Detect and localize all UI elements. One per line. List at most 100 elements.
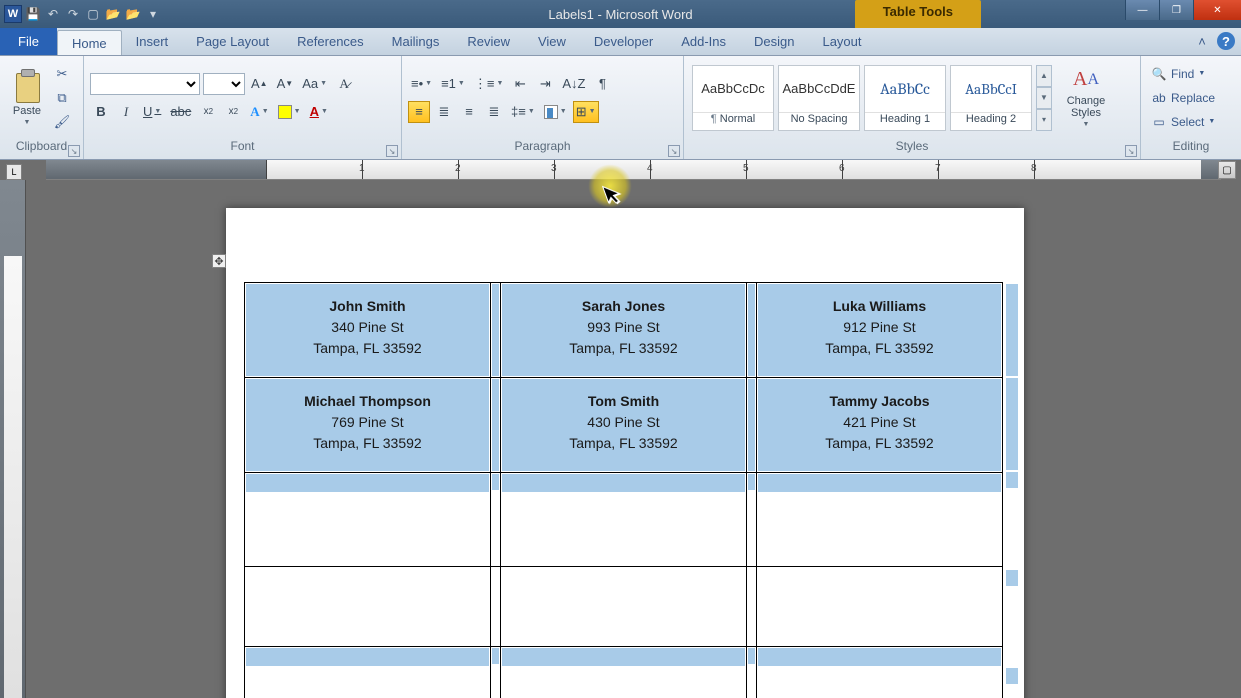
align-right-button[interactable]: ≡ [458,101,480,123]
label-cell[interactable]: Tom Smith430 Pine StTampa, FL 33592 [501,378,747,473]
shading-icon[interactable]: ▼ [541,101,570,123]
multilevel-list-icon[interactable]: ⋮≡▼ [471,73,507,95]
label-cell[interactable] [501,567,747,647]
font-dialog-launcher[interactable]: ↘ [386,145,398,157]
copy-icon[interactable]: ⧉ [52,88,72,108]
tab-file[interactable]: File [0,28,57,55]
ribbon: Paste ▼ ✂ ⧉ 🖌 Clipboard↘ A▲ A▼ Aa▼ A̷ B [0,56,1241,160]
label-cell[interactable]: Michael Thompson769 Pine StTampa, FL 335… [245,378,491,473]
styles-scroll-up[interactable]: ▲ [1036,65,1052,87]
ribbon-minimize-icon[interactable]: ˄ [1193,32,1211,50]
tab-layout[interactable]: Layout [808,28,875,55]
vertical-ruler[interactable] [0,180,26,698]
bold-button[interactable]: B [90,101,112,123]
ruler-toggle[interactable]: ▢ [1218,161,1236,179]
paste-button[interactable]: Paste ▼ [6,60,48,135]
borders-icon[interactable]: ⊞▼ [573,101,599,123]
tab-selector[interactable]: L [6,164,22,180]
change-case-icon[interactable]: Aa▼ [299,73,330,95]
styles-gallery[interactable]: AaBbCcDc Normal AaBbCcDdE No Spacing AaB… [690,63,1054,133]
align-center-button[interactable]: ≣ [433,101,455,123]
style-normal[interactable]: AaBbCcDc Normal [692,65,774,131]
qat-open-icon[interactable]: 📂 [104,5,122,23]
group-clipboard-label: Clipboard↘ [0,139,83,159]
label-cell[interactable]: Sarah Jones993 Pine StTampa, FL 33592 [501,283,747,378]
table-move-handle[interactable]: ✥ [212,254,226,268]
decrease-indent-icon[interactable]: ⇤ [509,73,531,95]
word-app-icon[interactable]: W [4,5,22,23]
grow-font-icon[interactable]: A▲ [248,73,271,95]
styles-scroll-down[interactable]: ▼ [1036,87,1052,109]
underline-button[interactable]: U▼ [140,101,164,123]
label-cell[interactable] [245,567,491,647]
ribbon-tabs: File Home Insert Page Layout References … [0,28,1241,56]
align-left-button[interactable]: ≡ [408,101,430,123]
paste-icon [12,69,42,103]
justify-button[interactable]: ≣ [483,101,505,123]
tab-review[interactable]: Review [453,28,524,55]
sort-icon[interactable]: A↓Z [559,73,588,95]
tab-home[interactable]: Home [57,30,122,55]
qat-new-icon[interactable]: ▢ [84,5,102,23]
tab-developer[interactable]: Developer [580,28,667,55]
labels-table[interactable]: John Smith340 Pine StTampa, FL 33592 Sar… [244,282,1003,698]
cut-icon[interactable]: ✂ [52,64,72,84]
shrink-font-icon[interactable]: A▼ [274,73,297,95]
tab-page-layout[interactable]: Page Layout [182,28,283,55]
document-canvas[interactable]: ✥ John Smith340 Pine StTampa, FL 33592 S… [26,180,1241,698]
qat-open2-icon[interactable]: 📂 [124,5,142,23]
change-styles-icon: AA [1073,67,1099,93]
label-cell[interactable] [757,567,1003,647]
clipboard-dialog-launcher[interactable]: ↘ [68,145,80,157]
tab-view[interactable]: View [524,28,580,55]
styles-dialog-launcher[interactable]: ↘ [1125,145,1137,157]
format-painter-icon[interactable]: 🖌 [52,112,72,132]
increase-indent-icon[interactable]: ⇥ [534,73,556,95]
horizontal-ruler[interactable]: 1 2 3 4 5 6 7 8 [46,160,1221,180]
find-button[interactable]: 🔍Find▼ [1147,63,1235,85]
change-styles-button[interactable]: AA Change Styles ▼ [1058,67,1114,128]
style-heading-2[interactable]: AaBbCcI Heading 2 [950,65,1032,131]
qat-undo-icon[interactable]: ↶ [44,5,62,23]
qat-redo-icon[interactable]: ↷ [64,5,82,23]
tab-add-ins[interactable]: Add-Ins [667,28,740,55]
style-no-spacing[interactable]: AaBbCcDdE No Spacing [778,65,860,131]
show-marks-icon[interactable]: ¶ [592,73,614,95]
highlight-color-icon[interactable]: ▼ [275,101,304,123]
paragraph-dialog-launcher[interactable]: ↘ [668,145,680,157]
bullets-icon[interactable]: ≡•▼ [408,73,435,95]
window-minimize-button[interactable]: — [1125,0,1159,20]
select-button[interactable]: ▭Select▼ [1147,111,1235,133]
numbering-icon[interactable]: ≡1▼ [438,73,468,95]
strikethrough-button[interactable]: abc [167,101,194,123]
window-close-button[interactable]: ✕ [1193,0,1241,20]
group-editing-label: Editing [1141,139,1241,159]
row-select-marker [1006,378,1018,470]
styles-expand[interactable]: ▾ [1036,109,1052,131]
help-icon[interactable]: ? [1217,32,1235,50]
label-cell[interactable]: Luka Williams912 Pine StTampa, FL 33592 [757,283,1003,378]
label-cell[interactable]: Tammy Jacobs421 Pine StTampa, FL 33592 [757,378,1003,473]
text-effects-icon[interactable]: A▼ [247,101,271,123]
superscript-button[interactable]: x2 [222,101,244,123]
qat-customize-icon[interactable]: ▾ [144,5,162,23]
tab-design[interactable]: Design [740,28,808,55]
line-spacing-icon[interactable]: ‡≡▼ [508,101,538,123]
label-cell[interactable]: John Smith340 Pine StTampa, FL 33592 [245,283,491,378]
font-size-select[interactable] [203,73,245,95]
replace-icon: ab [1151,91,1167,105]
tab-mailings[interactable]: Mailings [378,28,454,55]
clear-formatting-icon[interactable]: A̷ [333,73,355,95]
tab-references[interactable]: References [283,28,377,55]
window-maximize-button[interactable]: ❐ [1159,0,1193,20]
italic-button[interactable]: I [115,101,137,123]
replace-button[interactable]: abReplace [1147,87,1235,109]
font-color-icon[interactable]: A▼ [307,101,331,123]
find-icon: 🔍 [1151,67,1167,81]
subscript-button[interactable]: x2 [197,101,219,123]
style-heading-1[interactable]: AaBbCc Heading 1 [864,65,946,131]
qat-save-icon[interactable]: 💾 [24,5,42,23]
font-family-select[interactable] [90,73,200,95]
tab-insert[interactable]: Insert [122,28,183,55]
page: ✥ John Smith340 Pine StTampa, FL 33592 S… [226,208,1024,698]
